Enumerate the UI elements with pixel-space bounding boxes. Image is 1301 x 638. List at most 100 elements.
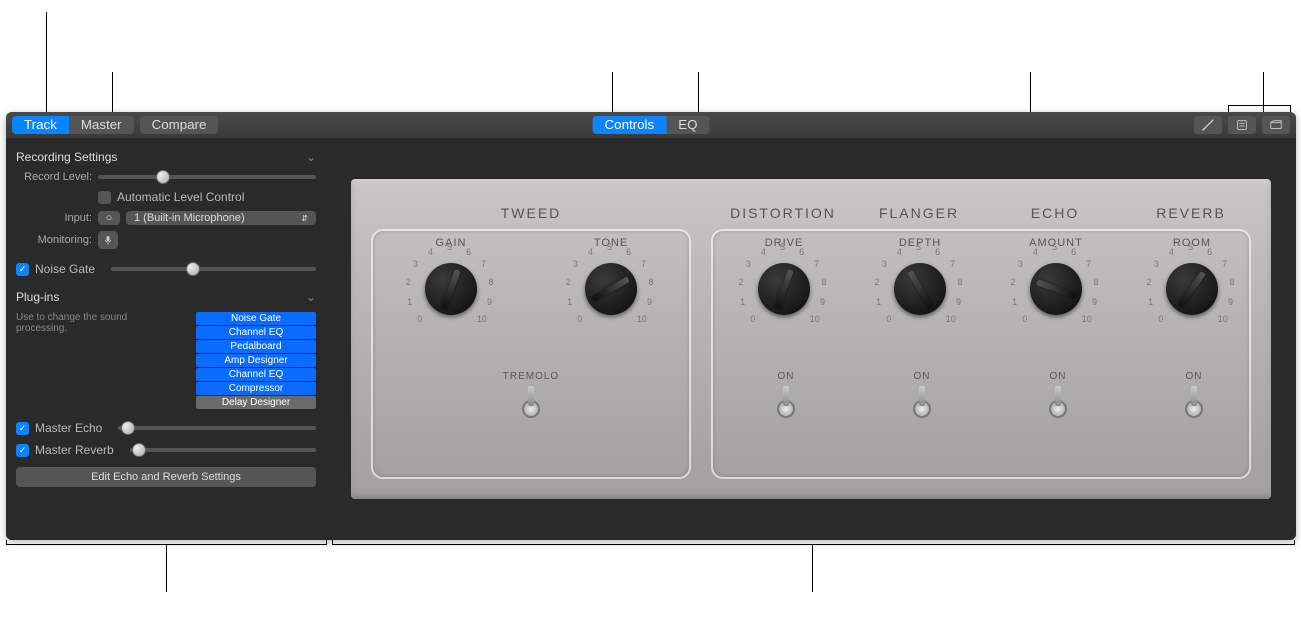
- knob-tick: 1: [876, 297, 881, 307]
- plugin-item[interactable]: Amp Designer: [196, 354, 316, 367]
- tremolo-switch-block: TREMOLO: [501, 371, 561, 424]
- fx-on-block: ON: [1164, 371, 1224, 424]
- plugin-item[interactable]: Compressor: [196, 382, 316, 395]
- inspector-sidebar: Recording Settings ⌄ Record Level: Autom…: [6, 138, 326, 540]
- master-echo-label: Master Echo: [35, 421, 102, 435]
- knob-tick: 4: [1033, 247, 1038, 257]
- plugins-header-label: Plug-ins: [16, 290, 59, 304]
- knob-tick: 7: [1222, 259, 1227, 269]
- callout-line: [166, 544, 167, 592]
- callout-line: [326, 540, 327, 545]
- depth-knob[interactable]: 012345678910: [884, 253, 956, 325]
- knob-tick: 10: [810, 314, 820, 324]
- knob-tick: 6: [1071, 247, 1076, 257]
- fx-on-switch[interactable]: [774, 388, 798, 424]
- callout-line: [6, 540, 7, 545]
- pedalboard-icon[interactable]: [1262, 116, 1290, 134]
- fx-on-switch[interactable]: [1182, 388, 1206, 424]
- plugin-item[interactable]: Channel EQ: [196, 326, 316, 339]
- knob-tick: 5: [1052, 242, 1057, 252]
- auto-level-checkbox[interactable]: [98, 191, 111, 204]
- on-label: ON: [1028, 371, 1088, 382]
- input-channel-indicator[interactable]: ○: [98, 211, 120, 225]
- callout-line: [698, 72, 699, 112]
- recording-settings-header[interactable]: Recording Settings ⌄: [16, 146, 316, 168]
- drive-knob[interactable]: 012345678910: [748, 253, 820, 325]
- select-arrows-icon: ⇵: [301, 214, 308, 223]
- noise-gate-checkbox[interactable]: ✓: [16, 263, 29, 276]
- master-reverb-checkbox[interactable]: ✓: [16, 444, 29, 457]
- knob-tick: 0: [1158, 314, 1163, 324]
- knob-tick: 9: [820, 297, 825, 307]
- group-title-reverb: REVERB: [1131, 205, 1251, 221]
- callout-line: [1228, 105, 1290, 106]
- plugin-item[interactable]: Pedalboard: [196, 340, 316, 353]
- knob-tick: 7: [1086, 259, 1091, 269]
- knob-tick: 1: [1012, 297, 1017, 307]
- tuner-icon[interactable]: [1194, 116, 1222, 134]
- knob-tick: 10: [477, 314, 487, 324]
- eq-button[interactable]: EQ: [666, 116, 709, 134]
- track-button[interactable]: Track: [12, 116, 69, 134]
- callout-line: [46, 12, 47, 112]
- fx-on-switch[interactable]: [1046, 388, 1070, 424]
- callout-line: [112, 72, 113, 112]
- group-title-echo: ECHO: [995, 205, 1115, 221]
- track-master-segment: Track Master: [12, 116, 134, 134]
- knob-tick: 9: [1228, 297, 1233, 307]
- knob-tick: 5: [916, 242, 921, 252]
- monitoring-toggle[interactable]: [98, 231, 118, 249]
- record-level-slider[interactable]: [98, 175, 316, 179]
- on-label: ON: [756, 371, 816, 382]
- knob-tick: 10: [1218, 314, 1228, 324]
- amp-icon[interactable]: [1228, 116, 1256, 134]
- plugins-header[interactable]: Plug-ins ⌄: [16, 286, 316, 308]
- amp-panel: TWEED DISTORTION FLANGER ECHO REVERB GAI…: [351, 179, 1271, 499]
- tremolo-switch[interactable]: [519, 388, 543, 424]
- compare-button[interactable]: Compare: [140, 116, 219, 134]
- gain-block: GAIN012345678910: [396, 237, 506, 325]
- callout-line: [1294, 540, 1295, 545]
- plugin-list: Noise GateChannel EQPedalboardAmp Design…: [196, 312, 316, 409]
- knob-tick: 2: [406, 277, 411, 287]
- knob-tick: 2: [739, 277, 744, 287]
- callout-line: [332, 544, 1294, 545]
- master-button[interactable]: Master: [69, 116, 134, 134]
- smart-controls-window: Track Master Compare Controls EQ Recordi…: [6, 112, 1296, 540]
- master-echo-slider[interactable]: [118, 426, 316, 430]
- master-echo-checkbox[interactable]: ✓: [16, 422, 29, 435]
- smart-controls-area: TWEED DISTORTION FLANGER ECHO REVERB GAI…: [326, 138, 1296, 540]
- callout-line: [332, 540, 333, 545]
- fx-on-block: ON: [1028, 371, 1088, 424]
- knob-tick: 8: [957, 277, 962, 287]
- controls-eq-segment: Controls EQ: [593, 116, 710, 134]
- knob-tick: 10: [1082, 314, 1092, 324]
- tone-block: TONE012345678910: [556, 237, 666, 325]
- knob-tick: 2: [1011, 277, 1016, 287]
- gain-knob[interactable]: 012345678910: [415, 253, 487, 325]
- knob-tick: 3: [1018, 259, 1023, 269]
- input-select[interactable]: 1 (Built-in Microphone) ⇵: [126, 211, 316, 225]
- plugin-item[interactable]: Delay Designer: [196, 396, 316, 409]
- callout-line: [612, 72, 613, 112]
- toolbar: Track Master Compare Controls EQ: [6, 112, 1296, 138]
- master-reverb-slider[interactable]: [130, 448, 316, 452]
- master-reverb-label: Master Reverb: [35, 443, 114, 457]
- monitoring-label: Monitoring:: [16, 234, 92, 246]
- record-level-label: Record Level:: [16, 171, 92, 183]
- noise-gate-slider[interactable]: [111, 267, 316, 271]
- plugin-item[interactable]: Noise Gate: [196, 312, 316, 325]
- knob-tick: 6: [799, 247, 804, 257]
- chevron-down-icon: ⌄: [306, 150, 316, 164]
- knob-tick: 6: [466, 247, 471, 257]
- amount-knob[interactable]: 012345678910: [1020, 253, 1092, 325]
- tone-knob[interactable]: 012345678910: [575, 253, 647, 325]
- knob-tick: 8: [1093, 277, 1098, 287]
- knob-tick: 1: [740, 297, 745, 307]
- controls-button[interactable]: Controls: [593, 116, 667, 134]
- edit-echo-reverb-button[interactable]: Edit Echo and Reverb Settings: [16, 467, 316, 487]
- plugin-item[interactable]: Channel EQ: [196, 368, 316, 381]
- room-knob[interactable]: 012345678910: [1156, 253, 1228, 325]
- knob-tick: 8: [648, 277, 653, 287]
- fx-on-switch[interactable]: [910, 388, 934, 424]
